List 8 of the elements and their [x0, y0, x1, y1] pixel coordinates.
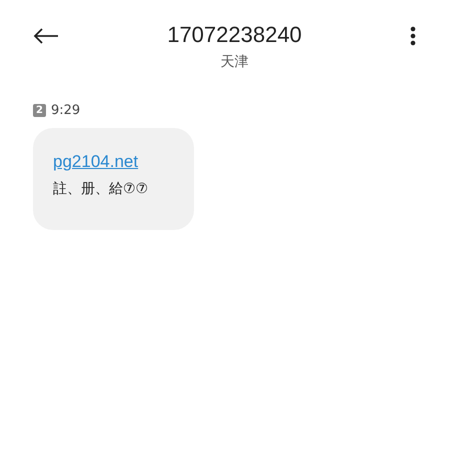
sim-badge: 2 — [33, 104, 46, 117]
menu-icon[interactable] — [410, 26, 416, 46]
message-link[interactable]: pg2104.net — [53, 152, 138, 172]
back-icon[interactable] — [33, 28, 59, 44]
contact-number: 17072238240 — [167, 21, 302, 49]
contact-location: 天津 — [220, 53, 248, 71]
message-time: 9:29 — [51, 103, 80, 118]
message-text: 註、册、給⑦⑦ — [53, 180, 148, 198]
